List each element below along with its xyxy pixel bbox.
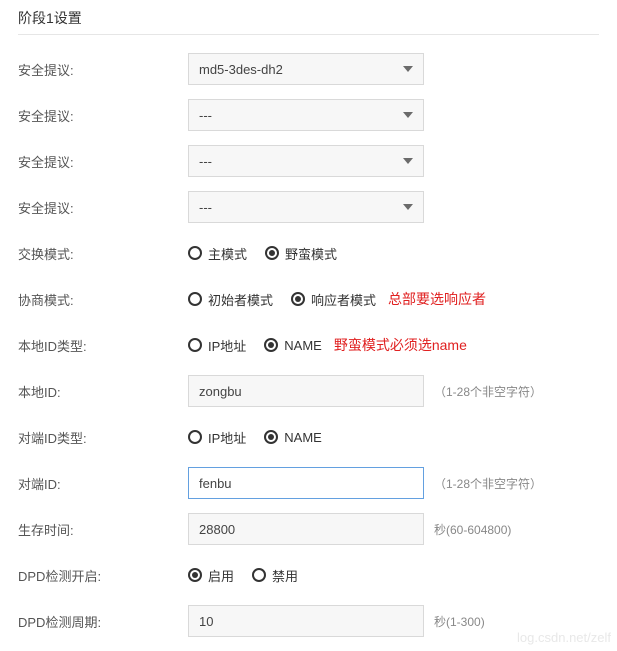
label-dpd-period: DPD检测周期:	[18, 612, 188, 631]
radio-icon	[291, 292, 305, 306]
row-dpd-period: DPD检测周期: 秒(1-300)	[18, 605, 599, 637]
radio-icon	[264, 338, 278, 352]
radio-main-mode[interactable]: 主模式	[188, 244, 247, 263]
hint-dpd-period: 秒(1-300)	[434, 613, 485, 630]
label-local-id-type: 本地ID类型:	[18, 336, 188, 355]
label-dpd-enable: DPD检测开启:	[18, 566, 188, 585]
label-lifetime: 生存时间:	[18, 520, 188, 539]
select-proposal-1[interactable]: md5-3des-dh2	[188, 53, 424, 85]
row-exchange-mode: 交换模式: 主模式 野蛮模式	[18, 237, 599, 269]
row-dpd-enable: DPD检测开启: 启用 禁用	[18, 559, 599, 591]
hint-local-id: （1-28个非空字符）	[434, 383, 542, 400]
row-proposal-4: 安全提议: ---	[18, 191, 599, 223]
radio-peer-name[interactable]: NAME	[264, 430, 322, 445]
input-dpd-period[interactable]	[188, 605, 424, 637]
radio-aggressive-mode-label: 野蛮模式	[285, 244, 337, 263]
radio-local-ip[interactable]: IP地址	[188, 336, 246, 355]
radio-icon	[188, 338, 202, 352]
row-negotiation-mode: 协商模式: 初始者模式 响应者模式 总部要选响应者	[18, 283, 599, 315]
radio-aggressive-mode[interactable]: 野蛮模式	[265, 244, 337, 263]
hint-lifetime: 秒(60-604800)	[434, 521, 511, 538]
radio-icon	[265, 246, 279, 260]
row-proposal-3: 安全提议: ---	[18, 145, 599, 177]
radio-responder-mode-label: 响应者模式	[311, 290, 376, 309]
radio-icon	[188, 568, 202, 582]
radio-local-name-label: NAME	[284, 338, 322, 353]
label-peer-id: 对端ID:	[18, 474, 188, 493]
radio-dpd-off[interactable]: 禁用	[252, 566, 298, 585]
note-negotiation: 总部要选响应者	[388, 289, 486, 309]
row-local-id: 本地ID: （1-28个非空字符）	[18, 375, 599, 407]
label-peer-id-type: 对端ID类型:	[18, 428, 188, 447]
radio-icon	[188, 430, 202, 444]
radio-local-name[interactable]: NAME	[264, 338, 322, 353]
section-title: 阶段1设置	[18, 0, 599, 35]
radio-peer-ip-label: IP地址	[208, 428, 246, 447]
chevron-down-icon	[403, 204, 413, 210]
hint-peer-id: （1-28个非空字符）	[434, 475, 542, 492]
radio-initiator-mode[interactable]: 初始者模式	[188, 290, 273, 309]
note-local-id-type: 野蛮模式必须选name	[334, 335, 467, 355]
row-proposal-2: 安全提议: ---	[18, 99, 599, 131]
select-proposal-4-value: ---	[199, 200, 212, 215]
label-proposal-2: 安全提议:	[18, 106, 188, 125]
radio-icon	[188, 246, 202, 260]
radio-dpd-on-label: 启用	[208, 566, 234, 585]
select-proposal-1-value: md5-3des-dh2	[199, 62, 283, 77]
input-local-id[interactable]	[188, 375, 424, 407]
chevron-down-icon	[403, 158, 413, 164]
radio-main-mode-label: 主模式	[208, 244, 247, 263]
radio-icon	[252, 568, 266, 582]
label-local-id: 本地ID:	[18, 382, 188, 401]
select-proposal-2[interactable]: ---	[188, 99, 424, 131]
select-proposal-3-value: ---	[199, 154, 212, 169]
radio-initiator-mode-label: 初始者模式	[208, 290, 273, 309]
radio-peer-ip[interactable]: IP地址	[188, 428, 246, 447]
radio-dpd-on[interactable]: 启用	[188, 566, 234, 585]
select-proposal-3[interactable]: ---	[188, 145, 424, 177]
row-local-id-type: 本地ID类型: IP地址 NAME 野蛮模式必须选name	[18, 329, 599, 361]
label-proposal-4: 安全提议:	[18, 198, 188, 217]
row-peer-id-type: 对端ID类型: IP地址 NAME	[18, 421, 599, 453]
radio-icon	[264, 430, 278, 444]
row-peer-id: 对端ID: （1-28个非空字符）	[18, 467, 599, 499]
select-proposal-2-value: ---	[199, 108, 212, 123]
radio-responder-mode[interactable]: 响应者模式	[291, 290, 376, 309]
input-lifetime[interactable]	[188, 513, 424, 545]
label-proposal-3: 安全提议:	[18, 152, 188, 171]
radio-peer-name-label: NAME	[284, 430, 322, 445]
select-proposal-4[interactable]: ---	[188, 191, 424, 223]
input-peer-id[interactable]	[188, 467, 424, 499]
radio-local-ip-label: IP地址	[208, 336, 246, 355]
row-lifetime: 生存时间: 秒(60-604800)	[18, 513, 599, 545]
label-negotiation-mode: 协商模式:	[18, 290, 188, 309]
row-proposal-1: 安全提议: md5-3des-dh2	[18, 53, 599, 85]
radio-icon	[188, 292, 202, 306]
radio-dpd-off-label: 禁用	[272, 566, 298, 585]
chevron-down-icon	[403, 66, 413, 72]
label-proposal-1: 安全提议:	[18, 60, 188, 79]
chevron-down-icon	[403, 112, 413, 118]
label-exchange-mode: 交换模式:	[18, 244, 188, 263]
